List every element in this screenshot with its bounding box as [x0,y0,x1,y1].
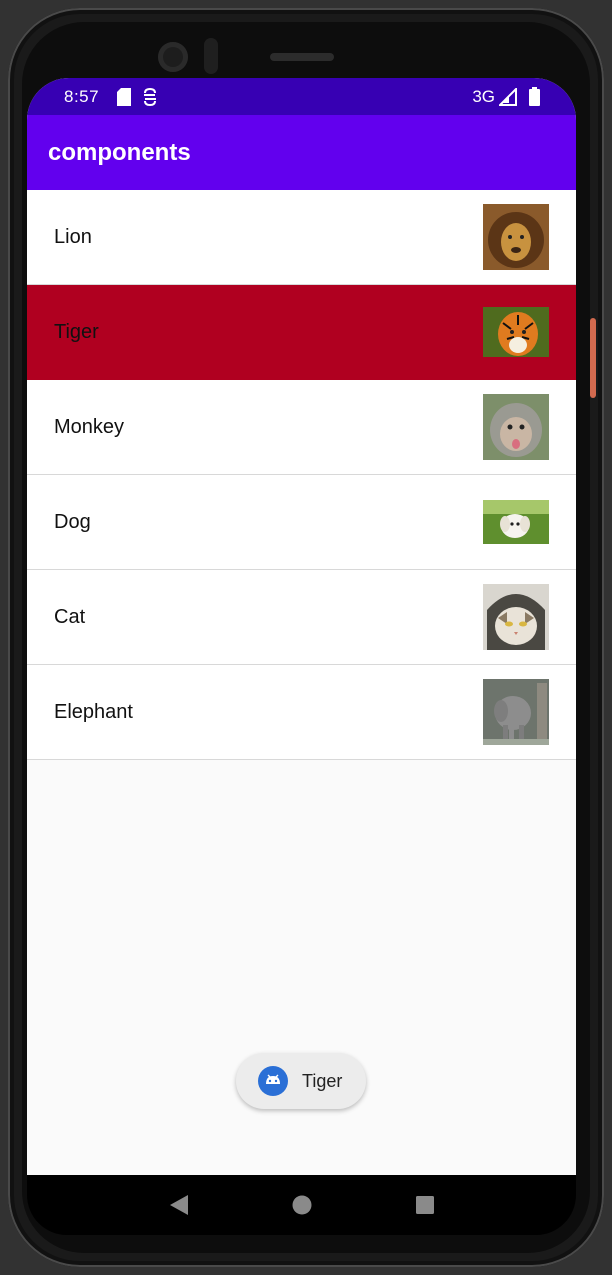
lion-image [483,204,549,270]
front-camera [158,42,188,72]
elephant-image [483,679,549,745]
cat-image [483,584,549,650]
status-bar: 8:57 3G [27,78,576,115]
sync-icon [143,87,157,106]
battery-icon [529,87,540,106]
power-button[interactable] [590,318,596,398]
list-item-label: Lion [54,225,92,248]
list-item[interactable]: Dog [27,475,576,570]
list-item-label: Cat [54,605,86,628]
list-item[interactable]: Cat [27,570,576,665]
recents-icon[interactable] [405,1185,445,1225]
list-item[interactable]: Tiger [27,285,576,380]
list-item[interactable]: Lion [27,190,576,285]
home-icon[interactable] [282,1185,322,1225]
list-item[interactable]: Monkey [27,380,576,475]
signal-icon [499,87,517,106]
tiger-image [483,307,549,357]
app-bar: components [27,115,576,190]
proximity-sensor [204,38,218,74]
list-item-label: Dog [54,510,91,533]
sd-card-icon [117,87,132,106]
android-icon [258,1066,288,1096]
list-item-label: Elephant [54,700,133,723]
list-item[interactable]: Elephant [27,665,576,760]
toast-text: Tiger [302,1070,343,1091]
app-title: components [48,138,191,166]
list-item-label: Tiger [54,320,99,343]
dog-image [483,500,549,544]
earpiece-speaker [270,53,334,61]
app-screen: 8:57 3G components Lion Tiger Monkey Dog… [27,78,576,1175]
status-time: 8:57 [64,86,100,106]
monkey-image [483,394,549,460]
animal-list: Lion Tiger Monkey Dog Cat Elephant [27,190,576,760]
network-type: 3G [472,86,495,106]
back-icon[interactable] [159,1185,199,1225]
list-item-label: Monkey [54,415,125,438]
toast-message: Tiger [236,1053,366,1109]
navigation-bar [27,1175,576,1235]
